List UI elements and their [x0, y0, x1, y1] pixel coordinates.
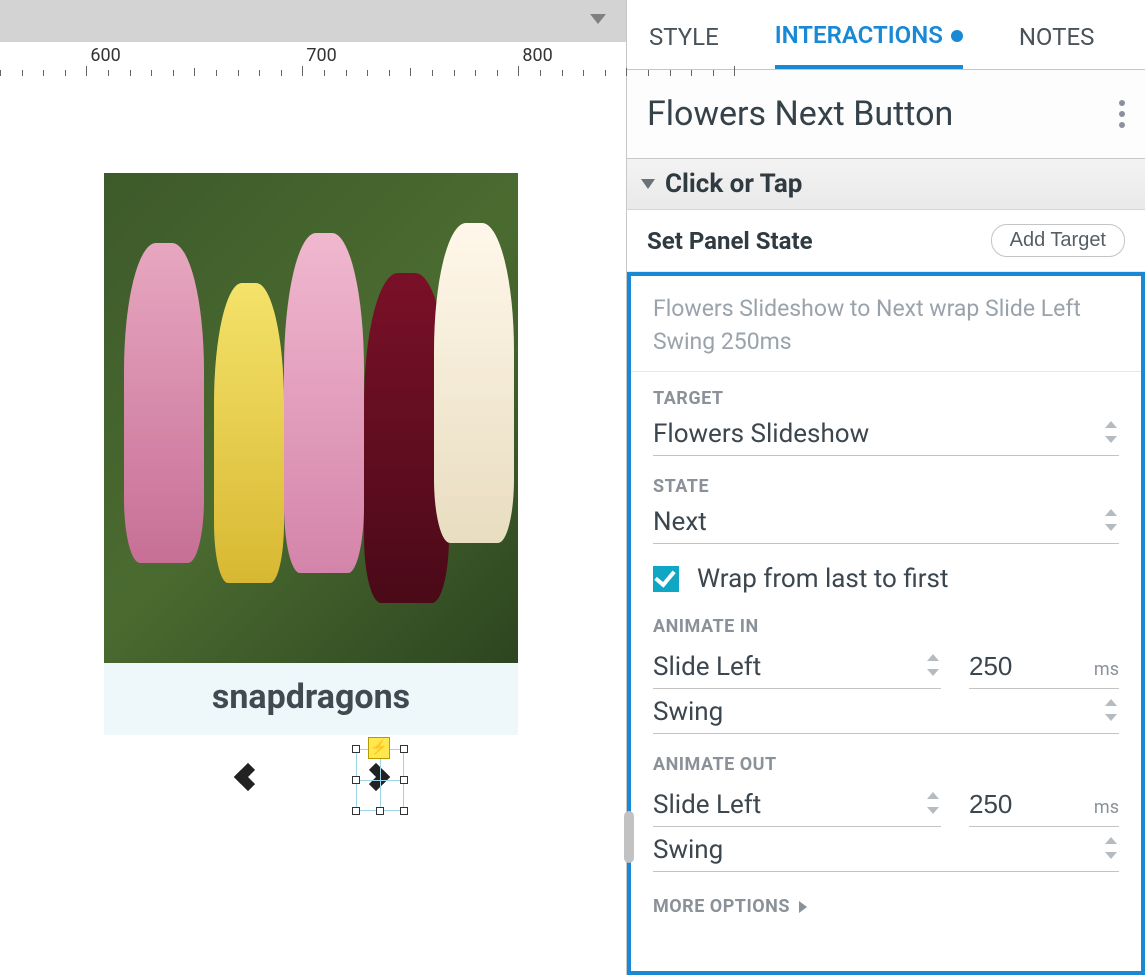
target-value: Flowers Slideshow [653, 419, 869, 449]
event-label: Click or Tap [665, 169, 802, 199]
collapse-triangle-icon [641, 179, 655, 189]
slide-image [104, 173, 518, 663]
animate-in-duration-field[interactable]: ms [969, 647, 1119, 689]
action-label: Set Panel State [647, 227, 813, 255]
animate-out-duration-input[interactable] [969, 789, 1049, 820]
animate-in-type: Slide Left [653, 652, 761, 682]
tab-interactions-label: INTERACTIONS [775, 21, 943, 49]
interactions-indicator-icon [951, 30, 963, 42]
state-select[interactable]: Next [653, 503, 1119, 544]
ruler-label: 600 [90, 45, 120, 66]
target-label: TARGET [653, 388, 1119, 409]
target-select[interactable]: Flowers Slideshow [653, 415, 1119, 456]
action-row: Set Panel State Add Target [627, 210, 1145, 272]
more-options-label: MORE OPTIONS [653, 896, 790, 917]
triangle-right-icon [799, 901, 807, 913]
ms-label: ms [1094, 659, 1119, 680]
prev-button[interactable] [228, 755, 270, 805]
action-summary: Flowers Slideshow to Next wrap Slide Lef… [631, 276, 1141, 372]
animate-in-duration-input[interactable] [969, 651, 1049, 682]
canvas[interactable]: snapdragons [0, 76, 626, 975]
state-value: Next [653, 507, 707, 537]
chevron-down-icon[interactable] [590, 14, 606, 24]
animate-out-duration-field[interactable]: ms [969, 785, 1119, 827]
element-name: Flowers Next Button [647, 94, 953, 134]
stepper-icon [1103, 509, 1119, 531]
ruler-label: 800 [522, 45, 552, 66]
element-name-row: Flowers Next Button [627, 70, 1145, 159]
animate-in-easing-select[interactable]: Swing [653, 693, 1119, 734]
tab-interactions[interactable]: INTERACTIONS [775, 1, 963, 69]
state-label: STATE [653, 476, 1119, 497]
inspector-panel: STYLE INTERACTIONS NOTES Flowers Next Bu… [626, 0, 1145, 975]
horizontal-ruler: 600 700 800 [0, 42, 626, 76]
animate-in-label: ANIMATE IN [653, 616, 1119, 637]
wrap-label: Wrap from last to first [697, 564, 948, 594]
stepper-icon [925, 792, 941, 814]
animate-out-label: ANIMATE OUT [653, 754, 1119, 775]
stepper-icon [1103, 421, 1119, 443]
action-config: Flowers Slideshow to Next wrap Slide Lef… [627, 272, 1145, 975]
chevron-left-icon [234, 763, 262, 791]
tab-notes[interactable]: NOTES [1019, 3, 1095, 67]
panel-tabs: STYLE INTERACTIONS NOTES [627, 0, 1145, 70]
canvas-toolbar [0, 0, 626, 42]
ruler-label: 700 [306, 45, 336, 66]
ms-label: ms [1094, 797, 1119, 818]
animate-in-easing: Swing [653, 697, 723, 727]
slide-caption: snapdragons [104, 663, 518, 735]
add-target-button[interactable]: Add Target [991, 224, 1125, 257]
wrap-checkbox[interactable] [653, 566, 679, 592]
animate-out-easing: Swing [653, 835, 723, 865]
slideshow-nav: ⚡ [104, 745, 518, 815]
animate-in-type-select[interactable]: Slide Left [653, 648, 941, 689]
animate-out-type: Slide Left [653, 790, 761, 820]
canvas-area: 600 700 800 snapdragons [0, 0, 626, 975]
event-header[interactable]: Click or Tap [627, 159, 1145, 210]
more-options-toggle[interactable]: MORE OPTIONS [631, 876, 1141, 937]
scrollbar-thumb[interactable] [624, 811, 634, 863]
stepper-icon [1103, 699, 1119, 721]
stepper-icon [925, 654, 941, 676]
chevron-right-icon [362, 763, 390, 791]
flowers-slideshow[interactable]: snapdragons [104, 173, 518, 815]
next-button[interactable] [362, 755, 404, 805]
tab-style[interactable]: STYLE [649, 3, 719, 67]
animate-out-type-select[interactable]: Slide Left [653, 786, 941, 827]
animate-out-easing-select[interactable]: Swing [653, 831, 1119, 872]
more-menu-icon[interactable] [1119, 100, 1125, 128]
stepper-icon [1103, 837, 1119, 859]
interaction-badge-icon[interactable]: ⚡ [368, 737, 390, 759]
